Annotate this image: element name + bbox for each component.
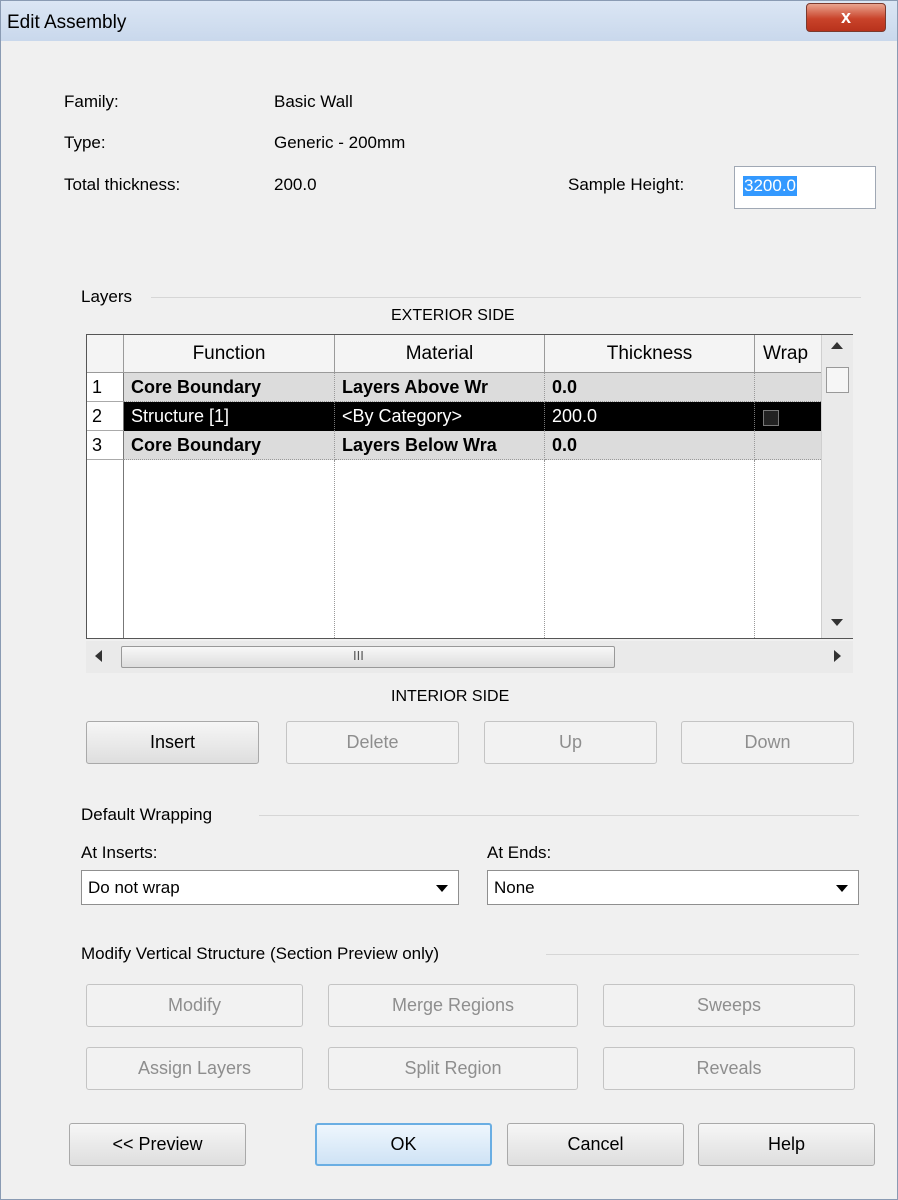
at-inserts-dropdown[interactable]: Do not wrap	[81, 870, 459, 905]
at-ends-dropdown[interactable]: None	[487, 870, 859, 905]
up-button[interactable]: Up	[484, 721, 657, 764]
interior-side-label: INTERIOR SIDE	[391, 688, 510, 705]
table-cell-wrap[interactable]	[755, 431, 825, 460]
family-value: Basic Wall	[274, 92, 353, 111]
table-cell-wrap[interactable]	[755, 402, 825, 431]
default-wrapping-label: Default Wrapping	[81, 805, 213, 824]
table-cell-material[interactable]: Layers Above Wr	[335, 373, 545, 402]
insert-button[interactable]: Insert	[86, 721, 259, 764]
row-header-empty	[87, 460, 124, 638]
dialog-title: Edit Assembly	[7, 12, 127, 33]
layers-group-label: Layers	[81, 287, 133, 306]
table-cell-function[interactable]: Structure [1]	[124, 402, 335, 431]
title-bar: Edit Assembly x	[1, 1, 897, 41]
scroll-grip: III	[353, 648, 364, 663]
family-label: Family:	[64, 92, 119, 111]
sample-height-label: Sample Height:	[568, 175, 685, 194]
split-region-button[interactable]: Split Region	[328, 1047, 578, 1090]
empty-column	[124, 460, 335, 638]
layers-table[interactable]: Function Material Thickness Wrap 1 Core …	[86, 334, 853, 639]
wrap-checkbox[interactable]	[763, 410, 779, 426]
ok-button[interactable]: OK	[315, 1123, 492, 1166]
vertical-scroll-thumb[interactable]	[826, 367, 849, 393]
table-cell-function[interactable]: Core Boundary	[124, 431, 335, 460]
at-inserts-label: At Inserts:	[81, 843, 158, 862]
table-cell-thickness[interactable]: 0.0	[545, 373, 755, 402]
help-button[interactable]: Help	[698, 1123, 875, 1166]
total-thickness-label: Total thickness:	[64, 175, 181, 194]
chevron-down-icon	[436, 885, 448, 892]
layers-divider	[151, 297, 861, 298]
vertical-divider	[546, 954, 859, 955]
row-number-header	[87, 335, 124, 373]
down-button[interactable]: Down	[681, 721, 854, 764]
assign-layers-button[interactable]: Assign Layers	[86, 1047, 303, 1090]
preview-button[interactable]: << Preview	[69, 1123, 246, 1166]
row-number[interactable]: 2	[87, 402, 124, 431]
chevron-down-icon	[836, 885, 848, 892]
wrapping-divider	[259, 815, 859, 816]
row-number[interactable]: 1	[87, 373, 124, 402]
scroll-up-icon[interactable]	[831, 342, 843, 349]
table-cell-function[interactable]: Core Boundary	[124, 373, 335, 402]
scroll-left-icon[interactable]	[95, 650, 102, 662]
table-cell-thickness[interactable]: 0.0	[545, 431, 755, 460]
total-thickness-value: 200.0	[274, 175, 317, 194]
table-cell-wrap[interactable]	[755, 373, 825, 402]
thickness-column-header[interactable]: Thickness	[545, 335, 755, 373]
table-cell-material[interactable]: Layers Below Wra	[335, 431, 545, 460]
at-ends-label: At Ends:	[487, 843, 552, 862]
delete-button[interactable]: Delete	[286, 721, 459, 764]
material-column-header[interactable]: Material	[335, 335, 545, 373]
close-button[interactable]: x	[806, 3, 886, 32]
merge-regions-button[interactable]: Merge Regions	[328, 984, 578, 1027]
sample-height-value: 3200.0	[743, 176, 797, 196]
row-number[interactable]: 3	[87, 431, 124, 460]
function-column-header[interactable]: Function	[124, 335, 335, 373]
table-cell-material[interactable]: <By Category>	[335, 402, 545, 431]
cancel-button[interactable]: Cancel	[507, 1123, 684, 1166]
type-value: Generic - 200mm	[274, 133, 406, 152]
sample-height-input[interactable]: 3200.0	[734, 166, 876, 209]
empty-column	[335, 460, 545, 638]
empty-column	[545, 460, 755, 638]
vertical-scrollbar[interactable]	[821, 335, 853, 638]
horizontal-scrollbar[interactable]: III	[86, 641, 853, 673]
modify-vertical-structure-label: Modify Vertical Structure (Section Previ…	[81, 944, 440, 963]
at-ends-value: None	[494, 878, 535, 897]
wrap-column-header[interactable]: Wrap	[755, 335, 825, 373]
sweeps-button[interactable]: Sweeps	[603, 984, 855, 1027]
at-inserts-value: Do not wrap	[88, 878, 180, 897]
reveals-button[interactable]: Reveals	[603, 1047, 855, 1090]
scroll-right-icon[interactable]	[834, 650, 841, 662]
horizontal-scroll-thumb[interactable]: III	[121, 646, 615, 668]
type-label: Type:	[64, 133, 106, 152]
exterior-side-label: EXTERIOR SIDE	[391, 307, 515, 324]
modify-button[interactable]: Modify	[86, 984, 303, 1027]
table-cell-thickness[interactable]: 200.0	[545, 402, 755, 431]
scroll-down-icon[interactable]	[831, 619, 843, 626]
edit-assembly-dialog: Edit Assembly x Family: Basic Wall Type:…	[0, 0, 898, 1200]
